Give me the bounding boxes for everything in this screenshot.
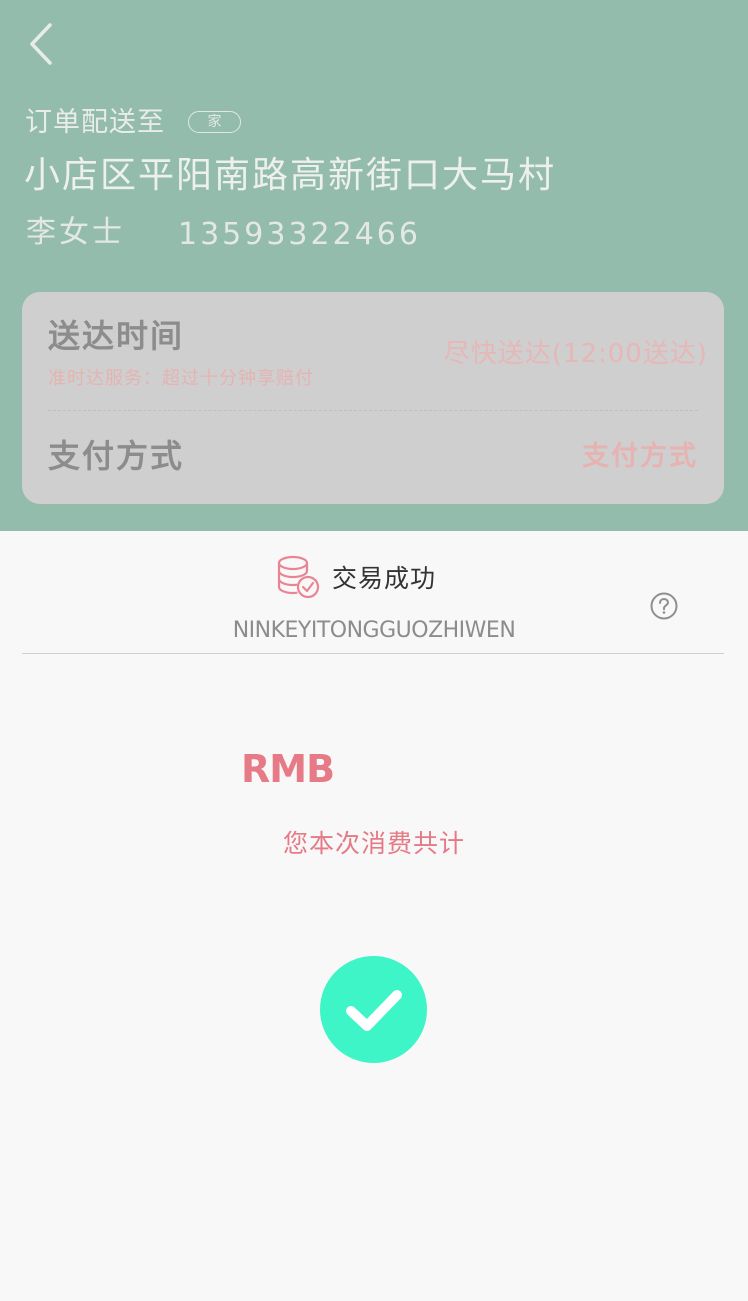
coins-check-icon xyxy=(277,555,320,599)
chevron-left-icon xyxy=(30,23,52,65)
success-indicator xyxy=(320,956,427,1063)
back-button[interactable] xyxy=(20,20,60,68)
sheet-title: 交易成功 xyxy=(332,564,437,593)
check-icon xyxy=(345,989,402,1031)
card-divider xyxy=(48,410,698,411)
sheet-subtitle: NINKEYITONGGUOZHIWEN xyxy=(232,618,516,643)
order-info-card: 送达时间 准时达服务：超过十分钟享赔付 尽快送达(12:00送达) 支付方式 支… xyxy=(22,292,724,504)
amount-currency: RMB xyxy=(241,747,335,791)
delivery-time-subtext: 准时达服务：超过十分钟享赔付 xyxy=(48,368,314,389)
delivery-time-label: 送达时间 xyxy=(48,317,185,355)
contact-phone: 13593322466 xyxy=(178,217,421,252)
transaction-result-sheet: 交易成功 NINKEYITONGGUOZHIWEN RMB 您本次消费共计 xyxy=(0,531,748,1301)
contact-name: 李女士 xyxy=(26,215,125,250)
amount-caption: 您本次消费共计 xyxy=(282,829,465,858)
payment-method-label: 支付方式 xyxy=(48,437,185,475)
payment-method-value[interactable]: 支付方式 xyxy=(582,437,698,477)
delivery-address: 小店区平阳南路高新街口大马村 xyxy=(24,155,557,196)
sheet-header: 交易成功 xyxy=(276,553,436,601)
sheet-divider xyxy=(22,653,724,654)
delivery-time-value[interactable]: 尽快送达(12:00送达) xyxy=(444,334,708,374)
address-tag: 家 xyxy=(188,111,241,133)
deliver-to-label: 订单配送至 xyxy=(25,107,165,138)
